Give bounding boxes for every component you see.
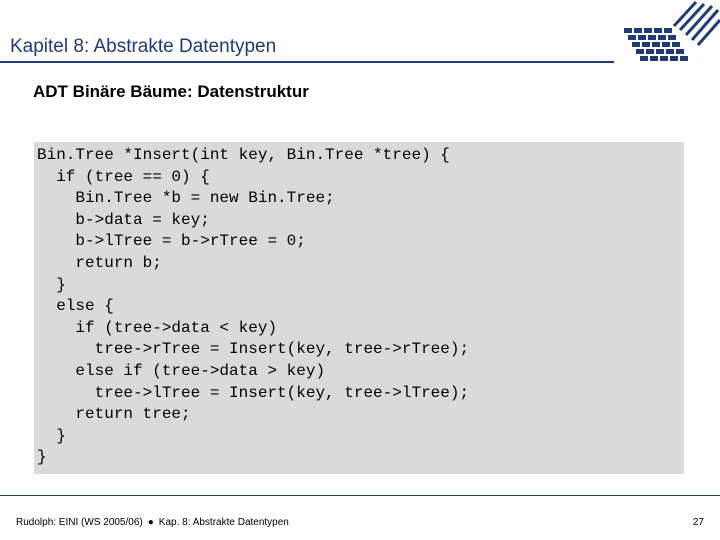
code-line: b->data = key; bbox=[37, 210, 210, 229]
code-line: else if (tree->data > key) bbox=[37, 361, 326, 380]
code-line: return tree; bbox=[37, 405, 191, 424]
university-grid-logo-icon bbox=[624, 0, 720, 61]
page-number: 27 bbox=[692, 517, 704, 528]
code-line: return b; bbox=[37, 253, 162, 272]
footer-author-course: Rudolph: EINI (WS 2005/06) bbox=[16, 517, 143, 528]
code-line: tree->lTree = Insert(key, tree->lTree); bbox=[37, 383, 470, 402]
slide-title: Kapitel 8: Abstrakte Datentypen bbox=[10, 36, 277, 57]
footer-chapter: Kap. 8: Abstrakte Datentypen bbox=[158, 517, 289, 528]
code-line: if (tree == 0) { bbox=[37, 167, 210, 186]
code-line: tree->rTree = Insert(key, tree->rTree); bbox=[37, 340, 470, 359]
logo-grid-blocks bbox=[624, 28, 688, 61]
footer-bullet: ● bbox=[147, 517, 154, 528]
logo-stripes bbox=[672, 0, 720, 46]
code-line: Bin.Tree *b = new Bin.Tree; bbox=[37, 189, 335, 208]
code-line: if (tree->data < key) bbox=[37, 318, 278, 337]
footer-divider bbox=[0, 495, 720, 496]
header-divider bbox=[0, 61, 614, 63]
code-line: b->lTree = b->rTree = 0; bbox=[37, 232, 306, 251]
code-block: Bin.Tree *Insert(int key, Bin.Tree *tree… bbox=[37, 145, 469, 469]
code-line: } bbox=[37, 426, 66, 445]
slide-subtitle: ADT Binäre Bäume: Datenstruktur bbox=[33, 82, 309, 101]
code-line: else { bbox=[37, 297, 114, 316]
code-line: } bbox=[37, 275, 66, 294]
code-line: } bbox=[37, 448, 47, 467]
footer-info: Rudolph: EINI (WS 2005/06) ● Kap. 8: Abstr… bbox=[16, 517, 289, 528]
code-line: Bin.Tree *Insert(int key, Bin.Tree *tree… bbox=[37, 146, 450, 164]
